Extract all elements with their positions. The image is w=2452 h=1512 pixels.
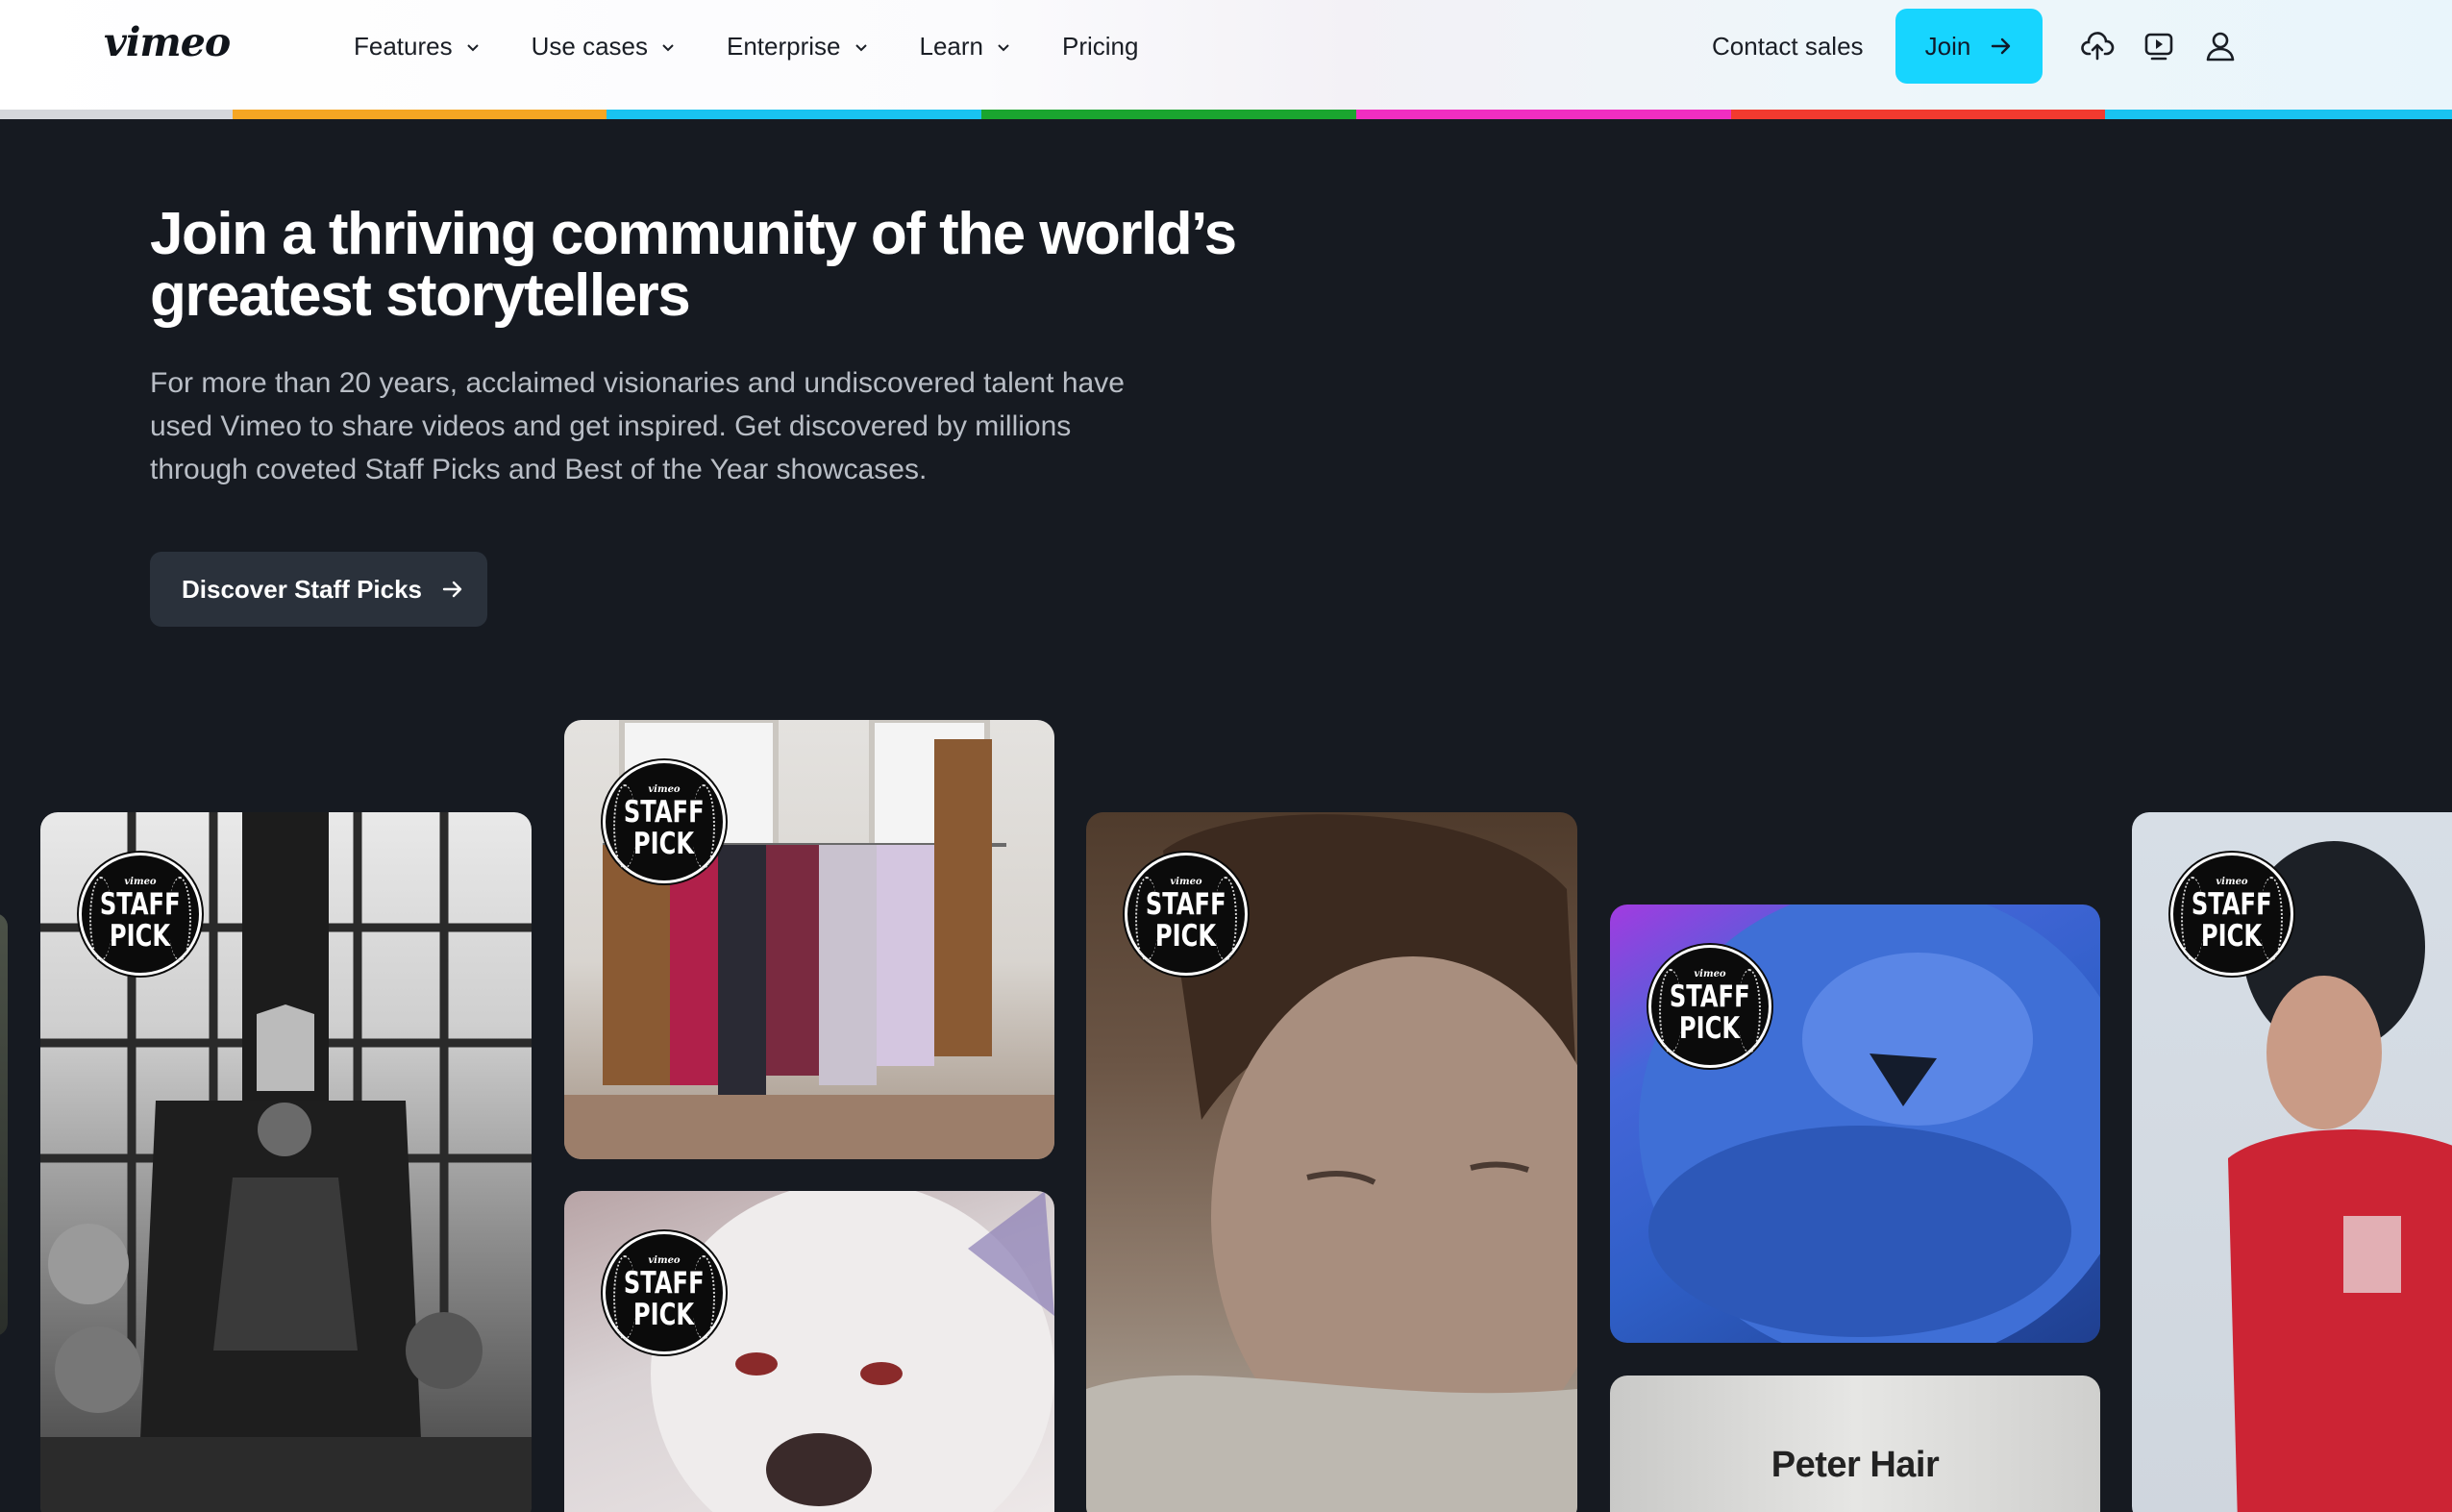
video-card-mask-throne[interactable]: vimeo STAFF PICK [40,812,532,1512]
chevron-down-icon [662,43,674,51]
video-card-clothing-rack[interactable]: vimeo STAFF PICK [564,720,1054,1159]
video-card-partial-left[interactable] [0,913,8,1336]
arrow-right-icon [442,581,462,598]
main-nav: Features Use cases Enterprise Learn Pric… [354,0,1190,93]
join-button-label: Join [1924,31,1971,61]
video-card-red-jersey[interactable]: vimeo STAFF PICK [2132,812,2452,1512]
join-button[interactable]: Join [1895,9,2043,84]
chevron-down-icon [998,43,1009,51]
video-card-white-dog[interactable]: vimeo STAFF PICK [564,1191,1054,1512]
discover-staff-picks-label: Discover Staff Picks [182,574,423,604]
arrow-right-icon [1992,37,2011,55]
watch-icon[interactable] [2142,29,2176,63]
chevron-down-icon [854,43,867,51]
nav-learn-label: Learn [919,32,984,61]
account-icon[interactable] [2203,29,2238,63]
chevron-down-icon [466,43,479,51]
hero-description: For more than 20 years, acclaimed vision… [150,367,1125,485]
video-card-title: Peter Hair [1771,1445,1940,1485]
discover-staff-picks-button[interactable]: Discover Staff Picks [150,552,487,627]
hero-title: Join a thriving community of the world’s… [150,201,1237,329]
staff-pick-badge: vimeo STAFF PICK [1648,945,1771,1068]
site-header: vimeo Features Use cases Enterprise Lear… [0,0,2452,112]
nav-pricing-label: Pricing [1062,32,1139,61]
video-card-blue-monster[interactable]: vimeo STAFF PICK [1610,905,2100,1343]
staff-pick-badge: vimeo STAFF PICK [2170,853,2293,976]
vimeo-logo[interactable]: vimeo [104,19,231,65]
contact-sales-link[interactable]: Contact sales [1712,0,1864,93]
staff-pick-badge: vimeo STAFF PICK [603,1231,726,1354]
nav-features-label: Features [354,32,453,61]
staff-pick-badge: vimeo STAFF PICK [603,760,726,883]
nav-pricing[interactable]: Pricing [1062,32,1138,62]
nav-enterprise-label: Enterprise [727,32,841,61]
nav-use-cases[interactable]: Use cases [532,32,675,62]
video-card-man-closeup[interactable]: vimeo STAFF PICK [1086,812,1577,1512]
video-card-peter-hair[interactable]: Peter Hair [1610,1376,2100,1512]
nav-learn[interactable]: Learn [920,32,1011,62]
staff-pick-badge: vimeo STAFF PICK [1125,853,1248,976]
nav-use-cases-label: Use cases [531,32,648,61]
nav-enterprise[interactable]: Enterprise [727,32,868,62]
staff-pick-badge: vimeo STAFF PICK [79,853,202,976]
upload-icon[interactable] [2080,29,2115,63]
brand-color-stripe [0,110,2452,119]
nav-features[interactable]: Features [354,32,480,62]
